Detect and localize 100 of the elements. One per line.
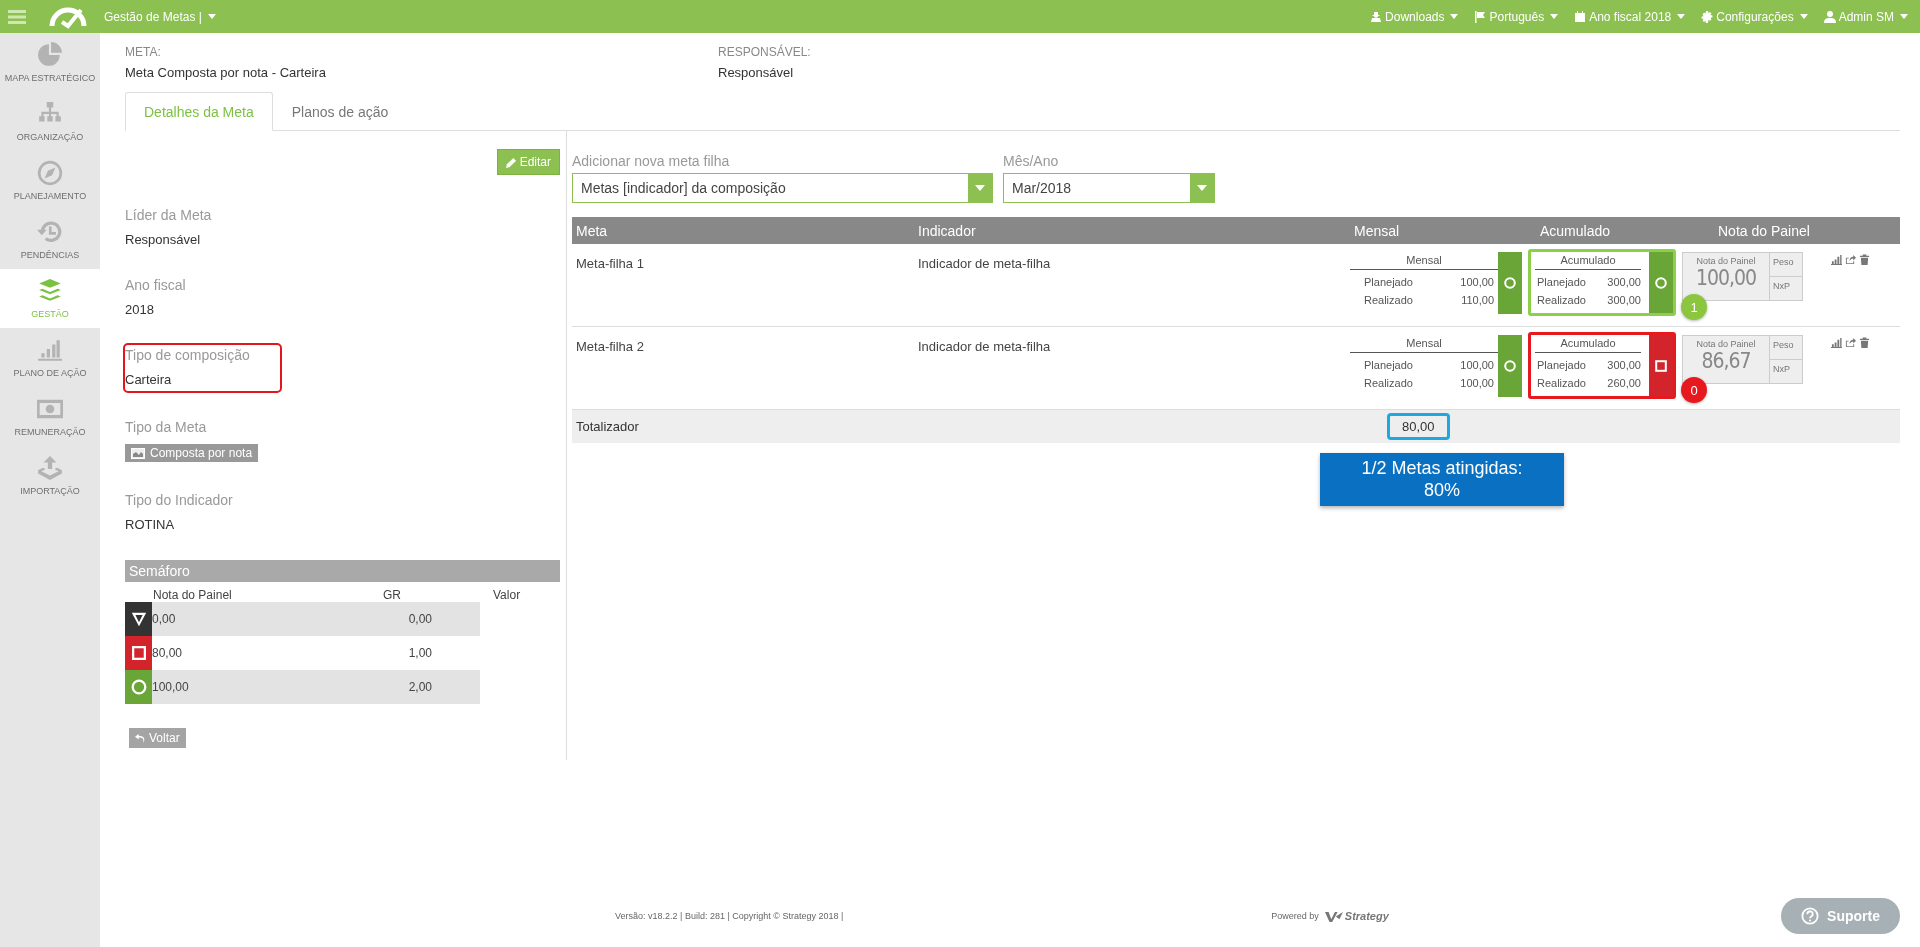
settings-icon bbox=[1701, 10, 1714, 23]
powered-by-text: Powered by bbox=[1271, 911, 1319, 921]
calendar-icon bbox=[1574, 10, 1587, 23]
top-menu[interactable]: Ano fiscal 2018 bbox=[1574, 9, 1686, 24]
nxp-label: NxP bbox=[1772, 363, 1791, 376]
month-dropdown[interactable]: Mar/2018 bbox=[1003, 173, 1215, 203]
layers-icon bbox=[37, 278, 63, 304]
history-icon bbox=[37, 219, 63, 245]
field-label: Tipo de composição bbox=[125, 347, 250, 363]
row-label: Planejado bbox=[1537, 359, 1586, 371]
app-title[interactable]: Gestão de Metas | bbox=[104, 9, 202, 24]
top-menu[interactable]: Configurações bbox=[1701, 9, 1808, 24]
caret-icon bbox=[1550, 14, 1559, 19]
subtable-header: Acumulado bbox=[1535, 337, 1641, 353]
nxp-label: NxP bbox=[1772, 280, 1791, 293]
score-value: 86,67 bbox=[1701, 349, 1751, 373]
table-cell-text: Indicador de meta-filha bbox=[917, 255, 1052, 271]
meta-value: Meta Composta por nota - Carteira bbox=[125, 65, 327, 80]
compass-icon bbox=[37, 160, 63, 186]
result-callout: 1/2 Metas atingidas: 80% bbox=[1320, 453, 1564, 507]
count-badge: 1 bbox=[1681, 294, 1707, 320]
field-label: Adicionar nova meta filha bbox=[572, 153, 731, 169]
edit-button[interactable]: Editar bbox=[496, 149, 560, 175]
caret-icon bbox=[1450, 14, 1459, 19]
subtable-header: Acumulado bbox=[1535, 254, 1641, 270]
back-button[interactable]: Voltar bbox=[129, 728, 186, 748]
weight-label: Peso bbox=[1770, 253, 1802, 277]
column-header: GR bbox=[383, 588, 402, 602]
caret-icon bbox=[1677, 14, 1686, 19]
responsible-label: RESPONSÁVEL: bbox=[718, 45, 812, 59]
table-cell-text: Meta-filha 1 bbox=[575, 255, 645, 271]
top-menu[interactable]: Português bbox=[1474, 9, 1559, 24]
bar-chart-icon bbox=[37, 337, 63, 363]
tab[interactable]: Planos de ação bbox=[272, 92, 408, 131]
share-icon[interactable] bbox=[1845, 254, 1856, 265]
score-value: 100,00 bbox=[1695, 266, 1757, 290]
table-cell: 300,00 bbox=[1607, 276, 1641, 288]
chart-icon[interactable] bbox=[1831, 337, 1842, 348]
count-badge: 0 bbox=[1681, 377, 1707, 403]
top-menu[interactable]: Admin SM bbox=[1823, 9, 1908, 24]
table-cell-text: 100,00 bbox=[152, 680, 190, 694]
tab[interactable]: Detalhes da Meta bbox=[125, 92, 273, 131]
table-cell: 100,00 bbox=[1460, 377, 1494, 389]
semaforo-header: Semáforo bbox=[125, 560, 560, 582]
pie-chart-icon bbox=[37, 42, 63, 68]
row-label: Planejado bbox=[1364, 276, 1413, 288]
score-label: Nota do Painel bbox=[1696, 256, 1756, 266]
weight-label: Peso bbox=[1770, 336, 1802, 360]
field-value: Responsável bbox=[125, 232, 201, 247]
top-menu[interactable]: Downloads bbox=[1370, 9, 1459, 24]
flag-icon bbox=[1474, 10, 1487, 23]
row-label: Realizado bbox=[1364, 294, 1413, 306]
share-icon[interactable] bbox=[1845, 337, 1856, 348]
table-header: Meta Indicador Mensal Acumulado Nota do Painel bbox=[572, 217, 1900, 244]
responsible-value: Responsável bbox=[718, 65, 795, 80]
sidebar-item[interactable]: ORGANIZAÇÃO bbox=[0, 92, 100, 151]
table-cell: 300,00 bbox=[1607, 294, 1641, 306]
row-label: Realizado bbox=[1364, 377, 1413, 389]
row-label: Realizado bbox=[1537, 294, 1586, 306]
table-cell: 100,00 bbox=[1460, 276, 1494, 288]
table-cell-text: 80,00 bbox=[152, 646, 184, 660]
upload-icon bbox=[37, 455, 63, 481]
field-label: Mês/Ano bbox=[1003, 153, 1060, 169]
sidebar-item[interactable]: PLANO DE AÇÃO bbox=[0, 328, 100, 387]
field-label: Tipo da Meta bbox=[125, 419, 207, 435]
sidebar-item[interactable]: REMUNERAÇÃO bbox=[0, 387, 100, 446]
table-cell-text: Indicador de meta-filha bbox=[917, 338, 1052, 354]
sidebar-item[interactable]: IMPORTAÇÃO bbox=[0, 446, 100, 505]
table-cell: 300,00 bbox=[1607, 359, 1641, 371]
row-label: Planejado bbox=[1364, 359, 1413, 371]
table-cell: 100,00 bbox=[1460, 359, 1494, 371]
field-value: ROTINA bbox=[125, 517, 175, 532]
table-cell-text: 0,00 bbox=[152, 612, 177, 626]
download-icon bbox=[1370, 10, 1383, 23]
trash-icon[interactable] bbox=[1859, 337, 1870, 348]
table-cell: 260,00 bbox=[1607, 377, 1641, 389]
sidebar-item[interactable]: PLANEJAMENTO bbox=[0, 151, 100, 210]
table-cell-text: 1,00 bbox=[407, 646, 432, 660]
child-goal-dropdown[interactable]: Metas [indicador] da composição bbox=[572, 173, 993, 203]
back-arrow-icon bbox=[135, 732, 146, 744]
caret-icon bbox=[1197, 185, 1207, 191]
column-header: Nota do Painel bbox=[153, 588, 233, 602]
caret-icon bbox=[1900, 14, 1908, 19]
row-label: Realizado bbox=[1537, 377, 1586, 389]
table-cell-text: 0,00 bbox=[407, 612, 432, 626]
table-cell: 110,00 bbox=[1461, 294, 1494, 306]
sidebar-item[interactable]: PENDÊNCIAS bbox=[0, 210, 100, 269]
caret-icon bbox=[975, 185, 985, 191]
column-header: Valor bbox=[493, 588, 521, 602]
score-label: Nota do Painel bbox=[1696, 339, 1756, 349]
type-tag: Composta por nota bbox=[125, 444, 259, 462]
sidebar-item[interactable]: MAPA ESTRATÉGICO bbox=[0, 33, 100, 92]
trash-icon[interactable] bbox=[1859, 254, 1870, 265]
field-label: Ano fiscal bbox=[125, 277, 186, 293]
chart-icon[interactable] bbox=[1831, 254, 1842, 265]
sidebar-item[interactable]: GESTÃO bbox=[0, 269, 100, 328]
table-cell-text: Meta-filha 2 bbox=[575, 338, 645, 354]
field-value: 2018 bbox=[125, 302, 154, 317]
row-label: Planejado bbox=[1537, 276, 1586, 288]
support-button[interactable]: Suporte bbox=[1781, 898, 1900, 934]
